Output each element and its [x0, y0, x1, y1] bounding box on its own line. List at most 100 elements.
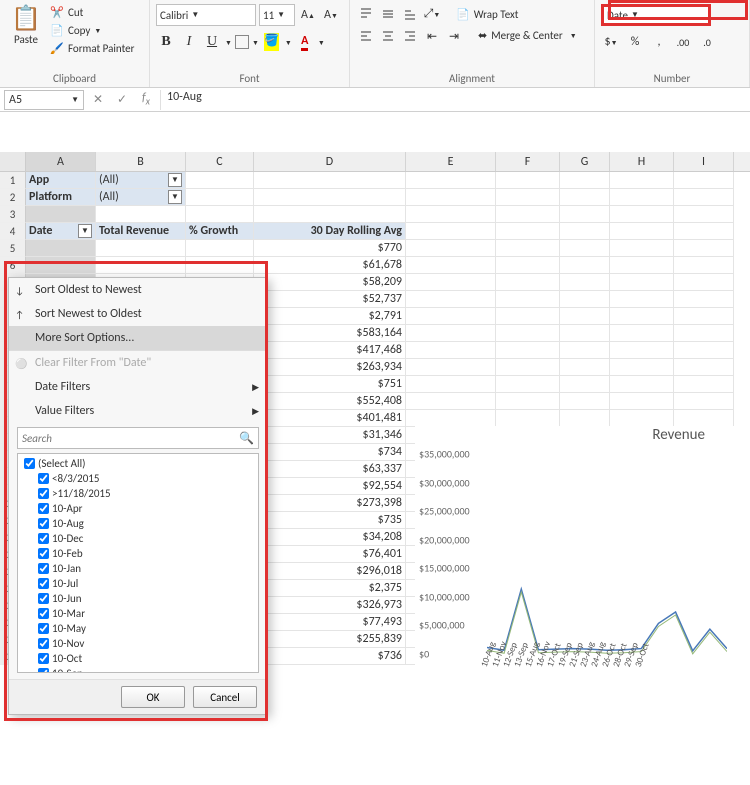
align-top-icon[interactable] — [356, 4, 376, 24]
col-header[interactable]: D — [254, 152, 406, 171]
checkbox[interactable] — [38, 608, 49, 619]
decrease-decimal-icon[interactable]: .0 — [697, 32, 717, 52]
increase-font-icon[interactable]: A▲ — [298, 5, 318, 25]
cell[interactable]: $273,398 — [254, 495, 406, 512]
checkbox[interactable] — [38, 668, 49, 673]
filter-item[interactable]: 10-Jan — [22, 561, 254, 576]
cell[interactable] — [26, 240, 96, 257]
filter-item[interactable]: 10-Jun — [22, 591, 254, 606]
cell[interactable]: $296,018 — [254, 563, 406, 580]
increase-decimal-icon[interactable]: .00 — [673, 32, 693, 52]
filter-item[interactable]: 10-Aug — [22, 516, 254, 531]
cell[interactable]: $736 — [254, 648, 406, 665]
cell[interactable]: $63,337 — [254, 461, 406, 478]
cell[interactable]: $735 — [254, 512, 406, 529]
wrap-text-button[interactable]: 📄Wrap Text — [454, 7, 520, 22]
cancel-button[interactable]: Cancel — [193, 686, 257, 708]
cell[interactable]: $751 — [254, 376, 406, 393]
checkbox[interactable] — [24, 458, 35, 469]
col-header[interactable]: H — [610, 152, 674, 171]
cell[interactable] — [96, 257, 186, 274]
cancel-formula-icon[interactable]: ✕ — [88, 92, 108, 107]
filter-item[interactable]: 10-Feb — [22, 546, 254, 561]
col-header[interactable]: B — [96, 152, 186, 171]
more-sort-options[interactable]: More Sort Options... — [9, 326, 267, 350]
cell[interactable]: $2,791 — [254, 308, 406, 325]
number-format-combo[interactable]: Date▼ — [601, 4, 711, 26]
row-header[interactable]: 5 — [0, 240, 26, 257]
cut-button[interactable]: ✂️Cut — [48, 4, 136, 20]
sort-oldest-newest[interactable]: ↓Sort Oldest to Newest — [9, 278, 267, 302]
fill-color-button[interactable]: 🪣 — [262, 32, 282, 52]
date-filters[interactable]: Date Filters▶ — [9, 375, 267, 399]
underline-button[interactable]: U — [202, 32, 222, 52]
row-header[interactable]: 2 — [0, 189, 26, 206]
font-name-combo[interactable]: Calibri▼ — [156, 4, 256, 26]
pivot-field-platform[interactable]: Platform — [26, 189, 96, 206]
row-header[interactable]: 3 — [0, 206, 26, 223]
currency-button[interactable]: $▼ — [601, 32, 621, 52]
checkbox[interactable] — [38, 623, 49, 634]
cell[interactable]: $2,375 — [254, 580, 406, 597]
align-middle-icon[interactable] — [378, 4, 398, 24]
cell[interactable] — [26, 257, 96, 274]
cell[interactable]: $255,839 — [254, 631, 406, 648]
dropdown-icon[interactable]: ▼ — [168, 173, 182, 187]
col-header[interactable]: F — [496, 152, 560, 171]
cell[interactable]: $92,554 — [254, 478, 406, 495]
checkbox[interactable] — [38, 518, 49, 529]
align-right-icon[interactable] — [400, 26, 420, 46]
fx-icon[interactable]: fx — [136, 91, 156, 107]
filter-item[interactable]: 10-Mar — [22, 606, 254, 621]
align-bottom-icon[interactable] — [400, 4, 420, 24]
italic-button[interactable]: I — [179, 32, 199, 52]
increase-indent-icon[interactable]: ⇥ — [444, 26, 464, 46]
pivot-value-platform[interactable]: (All)▼ — [96, 189, 186, 206]
filter-item[interactable]: 10-May — [22, 621, 254, 636]
ok-button[interactable]: OK — [121, 686, 185, 708]
cell[interactable]: $31,346 — [254, 427, 406, 444]
cell[interactable]: $734 — [254, 444, 406, 461]
cell[interactable]: $552,408 — [254, 393, 406, 410]
filter-item[interactable]: 10-Jul — [22, 576, 254, 591]
cell[interactable]: $34,208 — [254, 529, 406, 546]
formula-input[interactable]: 10-Aug — [160, 90, 746, 110]
border-button[interactable] — [235, 35, 249, 49]
cell[interactable]: $326,973 — [254, 597, 406, 614]
filter-item[interactable]: 10-Nov — [22, 636, 254, 651]
cell[interactable]: $52,737 — [254, 291, 406, 308]
cell[interactable]: $770 — [254, 240, 406, 257]
row-header[interactable]: 1 — [0, 172, 26, 189]
checkbox[interactable] — [38, 593, 49, 604]
comma-button[interactable]: , — [649, 32, 669, 52]
col-header[interactable]: C — [186, 152, 254, 171]
pivot-field-app[interactable]: App — [26, 172, 96, 189]
col-header[interactable]: E — [406, 152, 496, 171]
cell[interactable]: $401,481 — [254, 410, 406, 427]
percent-button[interactable]: % — [625, 32, 645, 52]
checkbox[interactable] — [38, 563, 49, 574]
checkbox[interactable] — [38, 503, 49, 514]
filter-item[interactable]: 10-Oct — [22, 651, 254, 666]
value-filters[interactable]: Value Filters▶ — [9, 399, 267, 423]
merge-center-button[interactable]: ⬌Merge & Center▼ — [476, 28, 579, 43]
filter-search[interactable]: 🔍 — [17, 427, 259, 449]
cell[interactable]: $77,493 — [254, 614, 406, 631]
filter-item[interactable]: >11/18/2015 — [22, 486, 254, 501]
checkbox[interactable] — [38, 473, 49, 484]
cell[interactable] — [186, 257, 254, 274]
search-input[interactable] — [22, 432, 239, 445]
format-painter-button[interactable]: 🖌️Format Painter — [48, 40, 136, 56]
sort-newest-oldest[interactable]: ↑Sort Newest to Oldest — [9, 302, 267, 326]
checkbox[interactable] — [38, 533, 49, 544]
filter-item[interactable]: <8/3/2015 — [22, 471, 254, 486]
cell[interactable]: $417,468 — [254, 342, 406, 359]
col-header[interactable]: I — [674, 152, 734, 171]
row-header[interactable]: 6 — [0, 257, 26, 274]
dropdown-icon[interactable]: ▼ — [168, 190, 182, 204]
checkbox[interactable] — [38, 578, 49, 589]
checkbox[interactable] — [38, 548, 49, 559]
filter-item[interactable]: 10-Dec — [22, 531, 254, 546]
row-header[interactable]: 4 — [0, 223, 26, 240]
orientation-button[interactable]: ⤢▼ — [422, 4, 442, 24]
